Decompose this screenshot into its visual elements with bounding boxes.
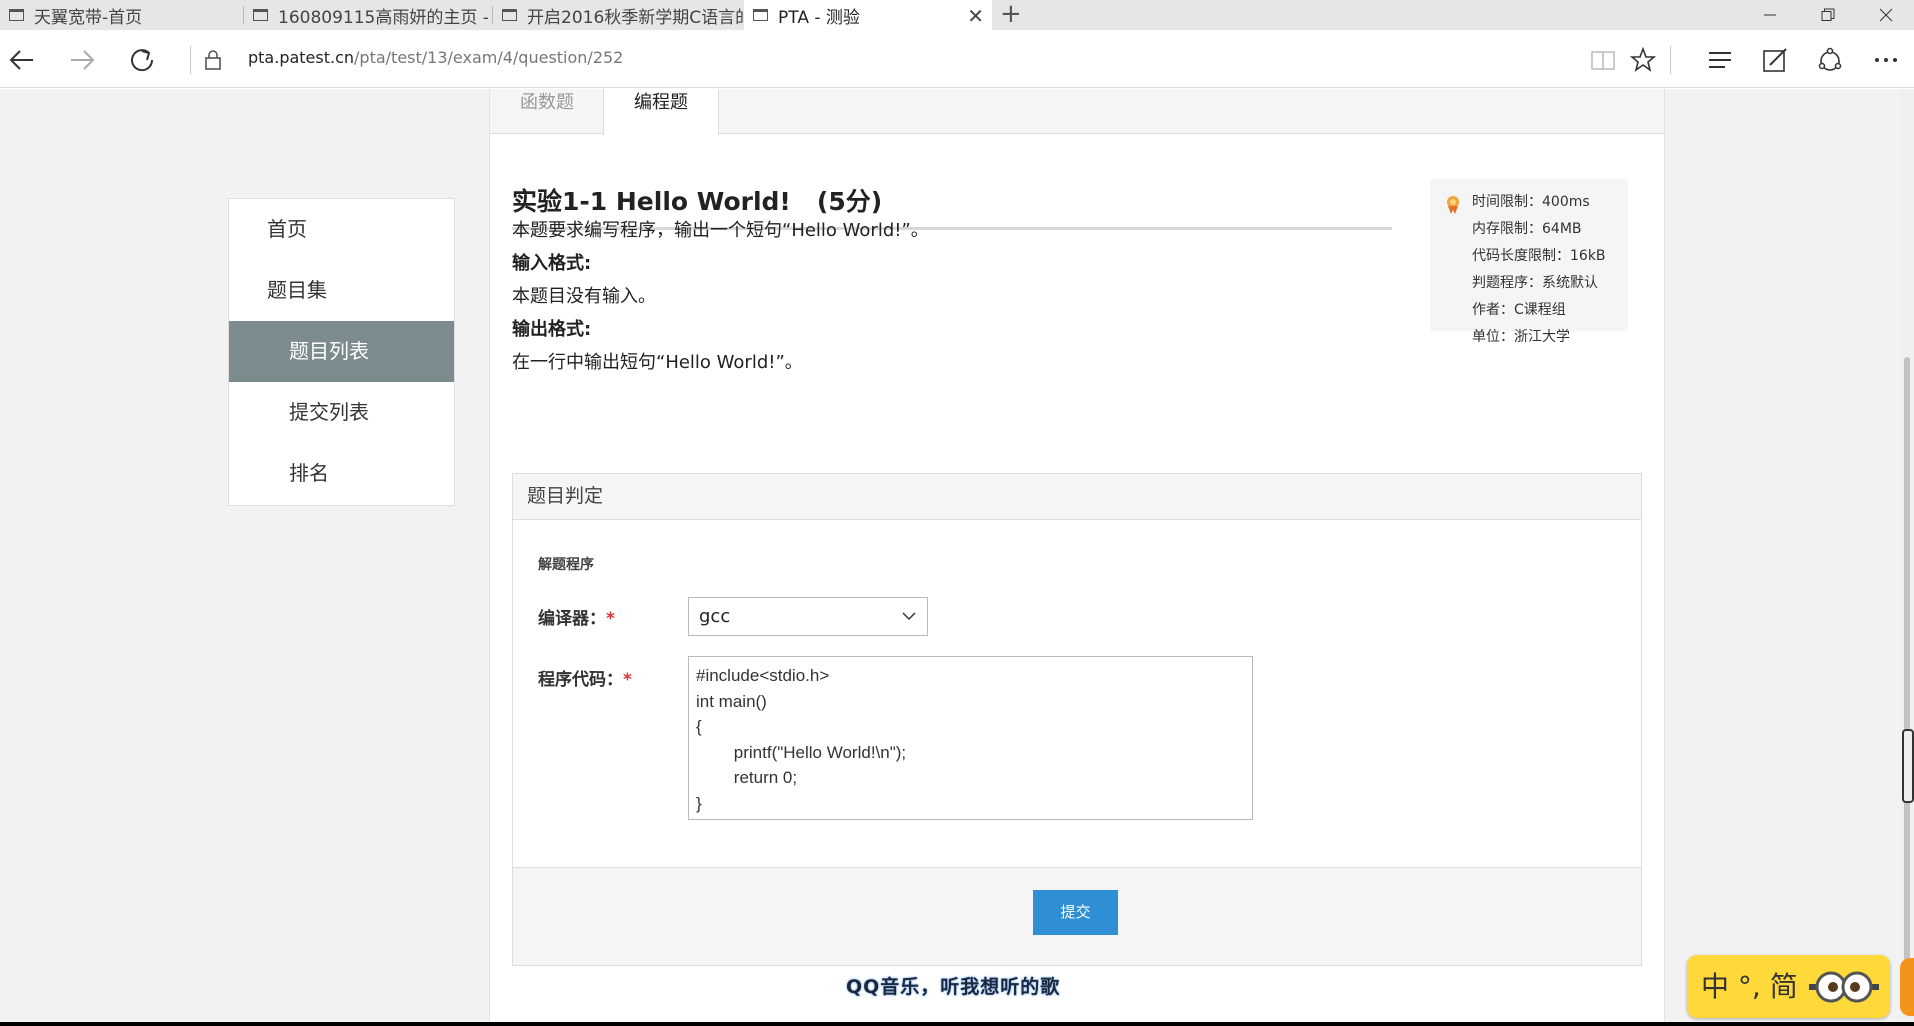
judge-program: 判题程序：系统默认 — [1472, 275, 1598, 291]
nav-divider — [1670, 46, 1671, 74]
close-icon — [1879, 8, 1893, 22]
solution-program-label: 解题程序 — [538, 557, 594, 573]
url-domain: pta.patest.cn — [248, 48, 355, 67]
browser-nav-bar: pta.patest.cn/pta/test/13/exam/4/questio… — [0, 30, 1914, 88]
web-note-button[interactable] — [1755, 40, 1795, 80]
limit-time: 时间限制：400ms — [1472, 194, 1590, 210]
browser-tab-4-active[interactable]: PTA - 测验 ✕ — [744, 0, 992, 30]
sidebar-nav: 首页 题目集 题目列表 提交列表 排名 — [228, 198, 455, 506]
forward-button[interactable] — [62, 40, 102, 80]
ime-mascot-icon — [1809, 971, 1879, 1003]
code-editor[interactable]: #include<stdio.h> int main() { printf("H… — [688, 656, 1253, 820]
restore-button[interactable] — [1800, 0, 1856, 30]
qq-music-overlay-text: QQ音乐，听我想听的歌 — [846, 976, 1061, 998]
book-icon — [1591, 51, 1615, 70]
scrollbar-thumb[interactable] — [1904, 357, 1910, 997]
sidebar-item-home[interactable]: 首页 — [229, 199, 454, 260]
new-tab-button[interactable]: + — [1000, 0, 1022, 30]
tab-function-problems[interactable]: 函数题 — [490, 89, 604, 135]
browser-tab-bar: 天翼宽带-首页 160809115高雨妍的主页 - 博 开启2016秋季新学期C… — [0, 0, 1914, 30]
judge-footer: 提交 — [513, 867, 1641, 965]
output-format-text: 在一行中输出短句“Hello World!”。 — [512, 352, 803, 373]
chevron-down-icon — [902, 612, 916, 621]
page-icon — [253, 9, 268, 21]
lock-icon — [193, 40, 233, 80]
refresh-icon — [131, 49, 154, 72]
input-format-text: 本题目没有输入。 — [512, 286, 656, 307]
more-button[interactable] — [1866, 40, 1906, 80]
compiler-label-text: 编译器： — [538, 609, 606, 629]
close-tab-icon[interactable]: ✕ — [967, 4, 984, 28]
back-button[interactable] — [2, 40, 42, 80]
url-path: /pta/test/13/exam/4/question/252 — [354, 48, 624, 67]
submit-button[interactable]: 提交 — [1033, 890, 1118, 935]
star-icon — [1630, 47, 1656, 72]
minimize-button[interactable] — [1742, 0, 1798, 30]
problem-type-tabs: 函数题 编程题 — [490, 89, 1664, 135]
hub-button[interactable] — [1700, 40, 1740, 80]
ime-mode-text: 中 °, 简 — [1701, 970, 1798, 1003]
page-icon — [502, 9, 517, 21]
floating-widget-edge[interactable] — [1900, 958, 1914, 1016]
share-icon — [1818, 47, 1842, 71]
forward-arrow-icon — [71, 50, 95, 70]
sidebar-item-submissions[interactable]: 提交列表 — [229, 382, 454, 443]
hub-lines-icon — [1709, 52, 1731, 68]
scrollbar-marker — [1902, 729, 1914, 803]
favorite-button[interactable] — [1623, 40, 1663, 80]
code-label: 程序代码：* — [538, 665, 632, 690]
medal-icon — [1447, 196, 1459, 214]
limits-box: 时间限制：400ms 内存限制：64MB 代码长度限制：16kB 判题程序：系统… — [1430, 179, 1628, 345]
page-icon — [753, 9, 768, 21]
browser-tab-2[interactable]: 160809115高雨妍的主页 - 博 — [244, 0, 491, 30]
required-mark: * — [623, 670, 632, 690]
web-note-icon — [1763, 48, 1787, 72]
share-button[interactable] — [1810, 40, 1850, 80]
tab-title: 开启2016秋季新学期C语言的 — [527, 7, 743, 28]
ime-toolbar[interactable]: 中 °, 简 — [1687, 955, 1890, 1018]
close-window-button[interactable] — [1858, 0, 1914, 30]
minimize-icon — [1764, 14, 1776, 16]
compiler-select[interactable]: gcc — [688, 597, 928, 636]
compiler-value: gcc — [699, 606, 731, 627]
reading-view-button[interactable] — [1583, 40, 1623, 80]
tab-programming-problems[interactable]: 编程题 — [603, 89, 719, 135]
problem-organization: 单位：浙江大学 — [1472, 329, 1570, 345]
sidebar-item-problem-list[interactable]: 题目列表 — [229, 321, 454, 382]
compiler-label: 编译器：* — [538, 604, 615, 629]
more-dots-icon — [1875, 58, 1897, 62]
limit-memory: 内存限制：64MB — [1472, 221, 1582, 237]
tab-title: 160809115高雨妍的主页 - 博 — [278, 7, 491, 28]
page-content: 首页 题目集 题目列表 提交列表 排名 函数题 编程题 实验1-1 Hello … — [0, 89, 1900, 1026]
address-bar[interactable]: pta.patest.cn/pta/test/13/exam/4/questio… — [248, 48, 623, 67]
tab-title: PTA - 测验 — [778, 7, 860, 28]
sidebar-item-problem-set[interactable]: 题目集 — [229, 260, 454, 321]
problem-panel: 函数题 编程题 实验1-1 Hello World! (5分) 本题要求编写程序… — [489, 89, 1665, 1026]
required-mark: * — [606, 609, 615, 629]
tab-title: 天翼宽带-首页 — [34, 7, 143, 28]
back-arrow-icon — [9, 50, 33, 70]
vertical-scrollbar[interactable] — [1900, 89, 1914, 1026]
page-icon — [9, 9, 24, 21]
browser-tab-1[interactable]: 天翼宽带-首页 — [0, 0, 243, 30]
browser-tab-3[interactable]: 开启2016秋季新学期C语言的 — [493, 0, 743, 30]
input-format-heading: 输入格式: — [512, 253, 592, 274]
problem-title: 实验1-1 Hello World! (5分) — [512, 187, 883, 216]
refresh-button[interactable] — [122, 40, 162, 80]
limit-code-length: 代码长度限制：16kB — [1472, 248, 1606, 264]
bottom-edge — [0, 1022, 1914, 1026]
problem-description: 本题要求编写程序，输出一个短句“Hello World!”。 — [512, 220, 929, 241]
judge-section: 题目判定 解题程序 编译器：* gcc 程序代码：* #include<stdi… — [512, 473, 1642, 966]
sidebar-item-ranking[interactable]: 排名 — [229, 443, 454, 504]
output-format-heading: 输出格式: — [512, 319, 592, 340]
judge-header: 题目判定 — [513, 474, 1641, 520]
nav-divider — [190, 46, 191, 74]
restore-icon — [1821, 8, 1835, 21]
code-label-text: 程序代码： — [538, 670, 623, 690]
problem-author: 作者：C课程组 — [1472, 302, 1566, 318]
